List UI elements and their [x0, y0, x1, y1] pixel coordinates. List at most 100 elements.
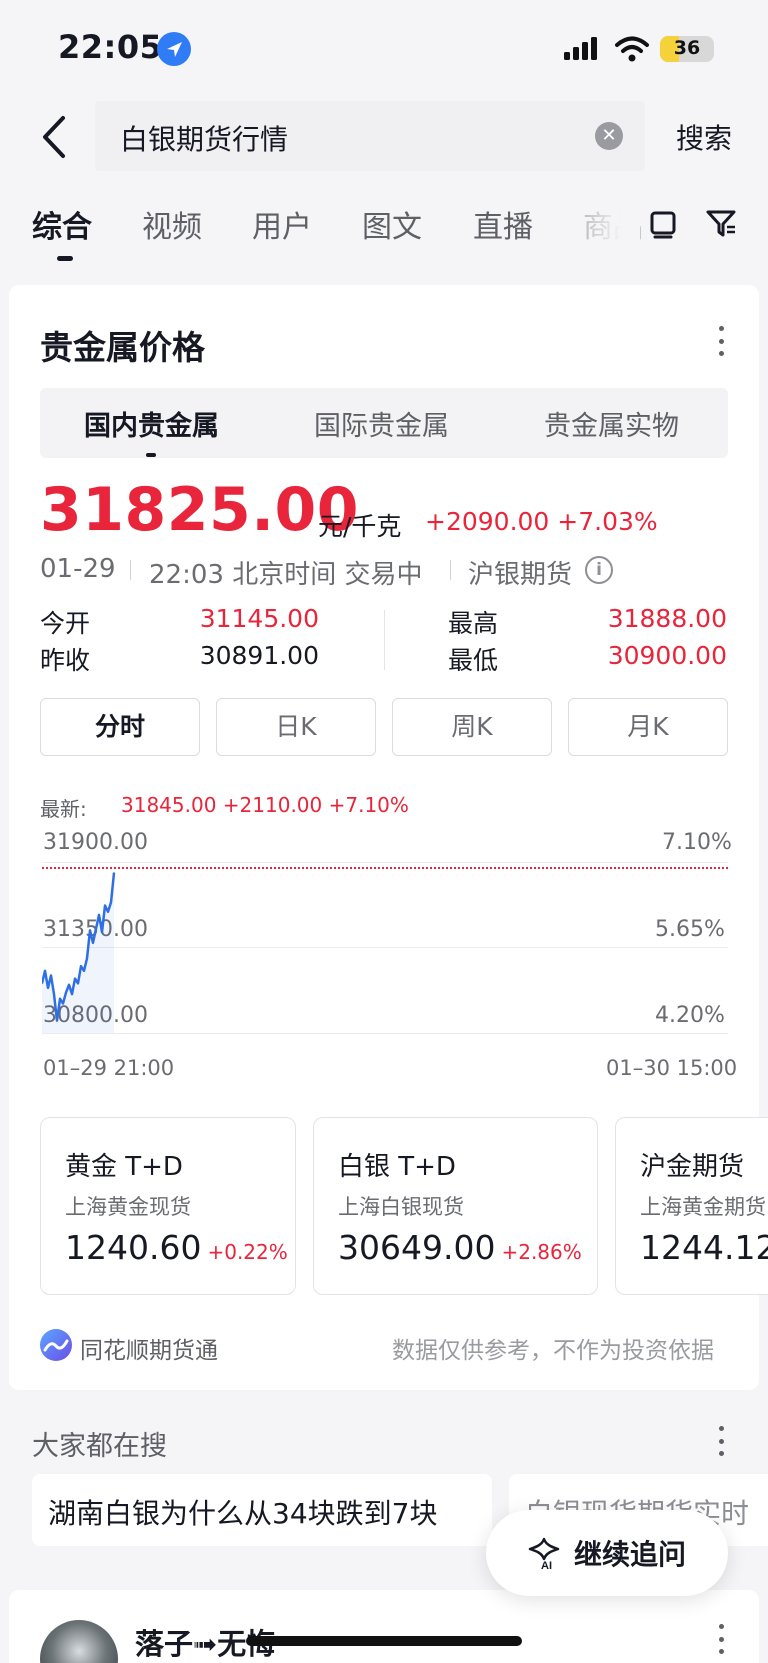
- location-icon: [157, 32, 191, 66]
- open-label: 今开: [40, 609, 91, 638]
- market-card-price: 30649.00: [338, 1228, 496, 1267]
- home-indicator[interactable]: [246, 1636, 522, 1646]
- info-icon[interactable]: i: [585, 556, 613, 584]
- kline-day-button[interactable]: 日K: [216, 698, 376, 756]
- chart-point: [107, 910, 109, 913]
- chart-point: [110, 901, 112, 904]
- chart-point: [50, 974, 52, 977]
- disclaimer: 数据仅供参考，不作为投资依据: [392, 1338, 714, 1364]
- y-axis-top-label: 31900.00: [43, 830, 148, 855]
- grid-line-bottom: [42, 1033, 728, 1034]
- market-card-price: 1244.12: [640, 1228, 768, 1267]
- market-card-gold-td[interactable]: 黄金 T+D 上海黄金现货 1240.60 +0.22%: [40, 1117, 296, 1295]
- continue-ask-label: 继续追问: [574, 1538, 687, 1571]
- tab-fade: [580, 195, 640, 255]
- chart-area: [42, 872, 114, 1033]
- chart-point: [83, 970, 85, 972]
- layout-toggle-icon[interactable]: [646, 206, 680, 240]
- chart-point: [56, 1019, 58, 1022]
- search-query: 白银期货行情: [120, 123, 289, 156]
- market-card-gold-futures[interactable]: 沪金期货 上海黄金期货 1244.12: [615, 1117, 768, 1295]
- y2-axis-top-label: 7.10%: [662, 830, 732, 855]
- wifi-icon: [614, 34, 650, 64]
- segment-domestic[interactable]: 国内贵金属: [84, 404, 219, 443]
- tab-live[interactable]: 直播: [473, 202, 533, 246]
- post-card[interactable]: [9, 1590, 759, 1663]
- kline-month-button[interactable]: 月K: [568, 698, 728, 756]
- high-value: 31888.00: [607, 604, 727, 633]
- chart-point: [101, 931, 103, 933]
- chart-point: [74, 977, 76, 980]
- tab-image-text[interactable]: 图文: [362, 202, 422, 246]
- price-change: +2090.00 +7.03%: [425, 507, 658, 536]
- low-label: 最低: [448, 646, 499, 675]
- chart-point: [98, 914, 100, 916]
- status-time: 22:05: [58, 28, 163, 66]
- market-card-title: 沪金期货: [640, 1152, 745, 1182]
- data-source-name[interactable]: 同花顺期货通: [80, 1331, 218, 1365]
- chart-point: [77, 982, 79, 985]
- chart-point: [113, 872, 115, 874]
- market-card-change: +2.86%: [501, 1240, 582, 1264]
- filter-icon[interactable]: [704, 206, 738, 240]
- prev-close-value: 30891.00: [199, 641, 319, 670]
- chart-point: [71, 993, 73, 995]
- continue-ask-button[interactable]: AI 继续追问: [486, 1510, 728, 1596]
- segment-indicator: [146, 453, 156, 457]
- chart-point: [92, 942, 94, 944]
- chart-point: [89, 929, 91, 932]
- low-value: 30900.00: [607, 641, 727, 670]
- meta-divider: [130, 560, 131, 580]
- market-card-silver-td[interactable]: 白银 T+D 上海白银现货 30649.00 +2.86%: [313, 1117, 598, 1295]
- battery-icon: 36: [660, 36, 714, 62]
- stats-divider: [384, 610, 385, 670]
- segment-international[interactable]: 国际贵金属: [314, 404, 449, 443]
- clear-icon[interactable]: ✕: [595, 122, 623, 150]
- post-more-icon[interactable]: [716, 1624, 726, 1654]
- cellular-signal-icon: [562, 34, 602, 64]
- card-title: 贵金属价格: [40, 328, 205, 367]
- market-card-price: 1240.60: [65, 1228, 202, 1267]
- chart-point: [47, 987, 49, 989]
- tonghuashun-logo-icon: [40, 1329, 72, 1361]
- market-card-title: 黄金 T+D: [65, 1152, 183, 1182]
- meta-divider: [450, 560, 451, 580]
- chart-point: [80, 965, 82, 967]
- tab-users[interactable]: 用户: [252, 202, 312, 246]
- latest-value: 31845.00 +2110.00 +7.10%: [121, 793, 409, 817]
- chart-point: [44, 970, 46, 972]
- quote-time-status: 22:03 北京时间 交易中: [149, 560, 423, 590]
- market-card-title: 白银 T+D: [338, 1152, 456, 1182]
- kline-week-button[interactable]: 周K: [392, 698, 552, 756]
- x-axis-start-label: 01–29 21:00: [43, 1056, 175, 1080]
- tab-comprehensive[interactable]: 综合: [32, 202, 92, 246]
- chart-point: [59, 998, 61, 1000]
- back-button[interactable]: [36, 112, 76, 162]
- trending-more-icon[interactable]: [716, 1426, 726, 1456]
- market-card-change: +0.22%: [207, 1240, 288, 1264]
- price-unit: 元/千克: [318, 512, 402, 541]
- segment-physical[interactable]: 贵金属实物: [544, 404, 679, 443]
- quote-date: 01-29: [40, 554, 116, 584]
- search-input[interactable]: 白银期货行情 ✕: [95, 101, 645, 171]
- card-more-icon[interactable]: [716, 326, 726, 356]
- chart-point: [104, 904, 106, 907]
- market-card-subtitle: 上海白银现货: [338, 1195, 464, 1219]
- search-button[interactable]: 搜索: [676, 117, 732, 157]
- market-card-subtitle: 上海黄金现货: [65, 1195, 191, 1219]
- battery-text: 36: [673, 37, 701, 59]
- chart-point: [86, 957, 88, 960]
- tab-indicator: [57, 256, 73, 261]
- market-card-subtitle: 上海黄金期货: [640, 1195, 766, 1219]
- chart-point: [62, 1002, 64, 1005]
- svg-text:AI: AI: [541, 1560, 552, 1571]
- chart-point: [65, 991, 67, 994]
- tab-video[interactable]: 视频: [142, 202, 202, 246]
- kline-intraday-button[interactable]: 分时: [40, 698, 200, 756]
- instrument-name: 沪银期货: [468, 560, 573, 590]
- open-value: 31145.00: [199, 604, 319, 633]
- current-price: 31825.00: [40, 475, 360, 545]
- chart-point: [53, 993, 55, 995]
- ai-sparkle-icon: AI: [528, 1537, 560, 1571]
- trending-item[interactable]: 湖南白银为什么从34块跌到7块: [32, 1474, 492, 1546]
